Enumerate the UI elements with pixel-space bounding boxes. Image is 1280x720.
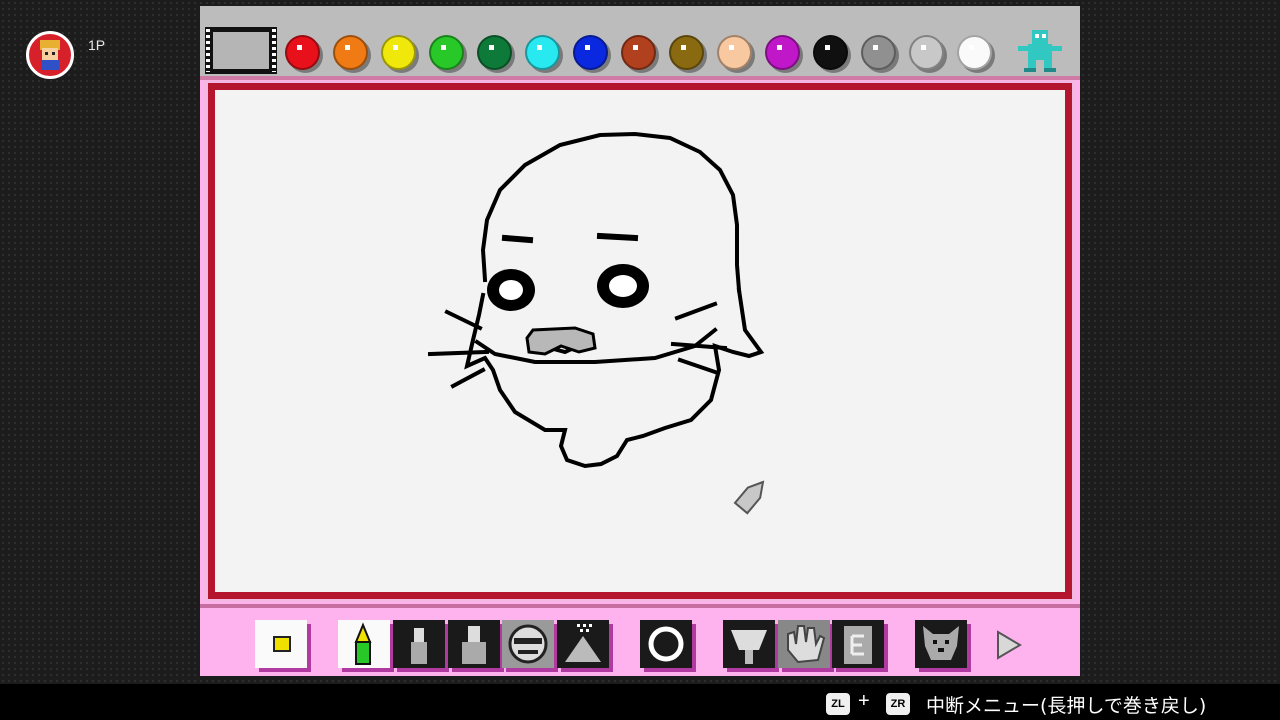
color-swatch-white[interactable] <box>957 35 992 70</box>
color-swatch-black[interactable] <box>813 35 848 70</box>
eraser-tool[interactable] <box>832 620 884 668</box>
plus-sign: + <box>858 690 870 712</box>
color-swatch-magenta[interactable] <box>765 35 800 70</box>
zr-button-icon: ZR <box>886 693 910 715</box>
sound-tool[interactable] <box>915 620 967 668</box>
color-swatch-green[interactable] <box>429 35 464 70</box>
hand-icon <box>787 625 826 664</box>
marker-icon <box>411 628 427 664</box>
zl-button-icon: ZL <box>826 693 850 715</box>
stamp-face-icon <box>508 624 548 664</box>
game-screen <box>200 6 1080 676</box>
color-swatch-yellow[interactable] <box>381 35 416 70</box>
color-palette <box>200 6 1080 76</box>
color-swatch-tool[interactable] <box>255 620 307 668</box>
spray-icon <box>565 624 601 662</box>
fill-tool[interactable] <box>723 620 775 668</box>
marker-large-tool[interactable] <box>448 620 500 668</box>
color-swatch-cyan[interactable] <box>525 35 560 70</box>
canvas-frame <box>204 80 1076 602</box>
color-swatch-orange[interactable] <box>333 35 368 70</box>
marker-small-tool[interactable] <box>393 620 445 668</box>
suspend-menu-hint: 中断メニュー(長押しで巻き戻し) <box>926 695 1207 717</box>
seal-drawing <box>427 131 765 515</box>
canvas-border <box>208 83 1072 599</box>
play-arrow-icon <box>997 630 1022 660</box>
pencil-icon <box>354 622 372 665</box>
player-label: 1P <box>88 37 106 53</box>
player-avatar-icon <box>26 31 74 79</box>
shape-tool[interactable] <box>640 620 692 668</box>
undo-tool[interactable] <box>778 620 830 668</box>
color-swatch-peach[interactable] <box>717 35 752 70</box>
color-swatch-gray[interactable] <box>861 35 896 70</box>
dog-icon <box>923 626 959 660</box>
color-swatch-dark-green[interactable] <box>477 35 512 70</box>
stamp-tool[interactable] <box>502 620 554 668</box>
pencil-tool[interactable] <box>338 620 390 668</box>
tool-bar <box>200 604 1080 676</box>
next-tool[interactable] <box>990 620 1042 668</box>
color-swatch-brown[interactable] <box>621 35 656 70</box>
paint-bucket-icon <box>731 630 767 664</box>
mascot-icon[interactable] <box>1010 28 1070 74</box>
film-strip-icon[interactable] <box>205 27 277 74</box>
color-swatch-olive[interactable] <box>669 35 704 70</box>
color-swatch-red[interactable] <box>285 35 320 70</box>
color-swatch-blue[interactable] <box>573 35 608 70</box>
drawing-canvas[interactable] <box>215 90 1065 592</box>
marker-icon <box>462 626 486 664</box>
circle-icon <box>648 626 684 662</box>
spray-tool[interactable] <box>557 620 609 668</box>
color-swatch-light-gray[interactable] <box>909 35 944 70</box>
eraser-icon <box>844 626 872 664</box>
